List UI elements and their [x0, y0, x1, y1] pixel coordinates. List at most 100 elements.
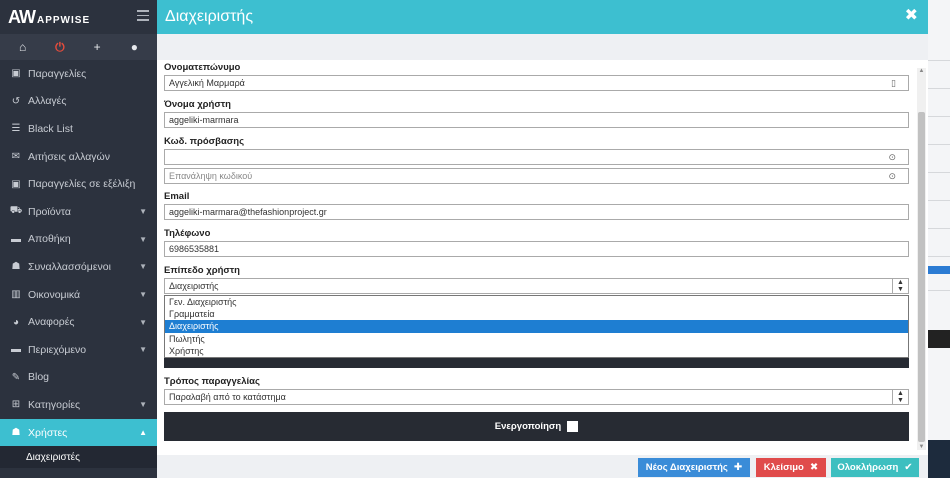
- dropdown-option[interactable]: Γεν. Διαχειριστής: [165, 296, 908, 308]
- bar-chart-icon: ▥: [11, 289, 21, 301]
- key-icon: ⊙: [888, 171, 896, 181]
- logo-text: APPWISE: [37, 14, 91, 26]
- user-icon[interactable]: ●: [124, 40, 144, 54]
- close-button[interactable]: Κλείσιμο ✖: [756, 458, 826, 477]
- dropdown-option[interactable]: Πωλητής: [165, 333, 908, 345]
- sidebar-item[interactable]: ⛟ Προϊόντα ▼: [0, 198, 157, 226]
- sidebar-item[interactable]: ▬ Αποθήκη ▼: [0, 226, 157, 254]
- home-icon[interactable]: ⌂: [13, 40, 33, 54]
- username-label: Όνομα χρήστη: [164, 99, 231, 110]
- add-user-icon[interactable]: +: [87, 40, 107, 54]
- scroll-thumb[interactable]: [918, 112, 925, 442]
- scroll-down-icon[interactable]: ▼: [918, 444, 925, 450]
- dropdown-option[interactable]: Διαχειριστής: [165, 320, 908, 333]
- power-icon[interactable]: ⏻: [50, 40, 70, 55]
- sidebar-item-label: Χρήστες: [28, 426, 68, 439]
- sidebar-item-label: Παραγγελίες σε εξέλιξη: [28, 178, 136, 191]
- folder-icon: ▬: [11, 233, 21, 245]
- fullname-value: Αγγελική Μαρμαρά: [169, 78, 245, 88]
- sidebar-nav: ▣ Παραγγελίες ↺ Αλλαγές ☰ Black List ✉ Αιτήσεις…: [0, 60, 157, 447]
- close-icon[interactable]: ✖: [905, 8, 918, 24]
- appwise-logo[interactable]: AW APPWISE: [8, 7, 90, 28]
- fullname-label: Ονοματεπώνυμο: [164, 62, 241, 73]
- sidebar-item[interactable]: ↺ Αλλαγές: [0, 88, 157, 116]
- sidebar-item[interactable]: ✉ Αιτήσεις αλλαγών: [0, 143, 157, 171]
- sidebar-item[interactable]: ▥ Οικονομικά ▼: [0, 281, 157, 309]
- password-label: Κωδ. πρόσβασης: [164, 136, 245, 147]
- sidebar-item[interactable]: ☗ Συναλλασσόμενοι ▼: [0, 253, 157, 281]
- sitemap-icon: ⊞: [11, 399, 21, 411]
- dropdown-option[interactable]: Χρήστης: [165, 345, 908, 357]
- logo-mark: AW: [8, 6, 36, 27]
- chevron-down-icon: ▼: [139, 317, 147, 327]
- pencil-icon: ✎: [11, 371, 21, 383]
- admin-modal: Διαχειριστής ✖ Ονοματεπώνυμο Αγγελική Μα…: [157, 0, 928, 478]
- order-method-label: Τρόπος παραγγελίας: [164, 376, 260, 387]
- modal-title: Διαχειριστής: [165, 8, 254, 25]
- order-method-select[interactable]: Παραλαβή από το κατάστημα ▲ ▼: [164, 389, 909, 405]
- key-icon: ⊙: [888, 152, 896, 162]
- modal-header: Διαχειριστής ✖: [157, 0, 928, 34]
- email-value: aggeliki-marmara@thefashionproject.gr: [169, 207, 327, 217]
- email-input[interactable]: aggeliki-marmara@thefashionproject.gr: [164, 204, 909, 220]
- chevron-down-icon: ▼: [139, 345, 147, 355]
- activation-checkbox[interactable]: [567, 421, 579, 432]
- close-label: Κλείσιμο: [763, 462, 804, 473]
- chevron-down-icon: ▼: [139, 400, 147, 410]
- chevron-down-icon: ▼: [139, 207, 147, 217]
- new-admin-button[interactable]: Νέος Διαχειριστής ✚: [638, 458, 750, 477]
- sidebar-item-label: Black List: [28, 122, 73, 135]
- scroll-up-icon[interactable]: ▲: [918, 68, 925, 74]
- phone-input[interactable]: 6986535881: [164, 241, 909, 257]
- fullname-input[interactable]: Αγγελική Μαρμαρά ▯: [164, 75, 909, 91]
- undo-icon: ↺: [11, 95, 21, 107]
- sidebar-item[interactable]: ☰ Black List: [0, 115, 157, 143]
- modal-scrollbar[interactable]: ▲ ▼: [917, 68, 926, 450]
- sidebar-item[interactable]: ◕ Αναφορές ▼: [0, 308, 157, 336]
- phone-label: Τηλέφωνο: [164, 228, 211, 239]
- complete-button[interactable]: Ολοκλήρωση ✔: [831, 458, 919, 477]
- sidebar-item-label: Αναφορές: [28, 316, 75, 329]
- sidebar-item[interactable]: ▬ Περιεχόμενο ▼: [0, 336, 157, 364]
- sidebar-item-label: Αποθήκη: [28, 233, 71, 246]
- dropdown-option[interactable]: Γραμματεία: [165, 308, 908, 320]
- password-repeat-placeholder: Επανάληψη κωδικού: [169, 171, 253, 181]
- sidebar-item-label: Αιτήσεις αλλαγών: [28, 150, 110, 163]
- order-method-value: Παραλαβή από το κατάστημα: [169, 392, 286, 402]
- chevron-up-icon: ▲: [139, 428, 147, 438]
- folder-icon: ▬: [11, 344, 21, 356]
- sidebar-item-label: Κατηγορίες: [28, 398, 81, 411]
- os-taskbar: [928, 440, 950, 478]
- background-page: [928, 0, 950, 478]
- phone-value: 6986535881: [169, 244, 220, 254]
- sidebar-item[interactable]: ▣ Παραγγελίες: [0, 60, 157, 88]
- times-icon: ✖: [809, 462, 819, 473]
- user-level-label: Επίπεδο χρήστη: [164, 265, 240, 276]
- password-input[interactable]: ⊙: [164, 149, 909, 165]
- sidebar-item[interactable]: ✎ Blog: [0, 364, 157, 392]
- sidebar-item-label: Οικονομικά: [28, 288, 81, 301]
- user-level-select[interactable]: Διαχειριστής ▲ ▼: [164, 278, 909, 294]
- username-value: aggeliki-marmara: [169, 115, 239, 125]
- logo-bar: AW APPWISE: [0, 0, 157, 34]
- sidebar-subitem-admins[interactable]: Διαχειριστές: [0, 446, 157, 469]
- sidebar-item[interactable]: ▣ Παραγγελίες σε εξέλιξη: [0, 170, 157, 198]
- chevron-down-icon: ▼: [139, 290, 147, 300]
- activation-bar: Ενεργοποίηση: [164, 412, 909, 441]
- sidebar-item[interactable]: ☗ Χρήστες ▲: [0, 418, 157, 447]
- email-label: Email: [164, 191, 190, 202]
- contact-card-icon: ▯: [891, 78, 896, 88]
- new-admin-label: Νέος Διαχειριστής: [645, 462, 728, 473]
- modal-body: Ονοματεπώνυμο Αγγελική Μαρμαρά ▯ Όνομα χ…: [157, 60, 928, 455]
- sidebar-quick-actions: ⌂ ⏻ + ●: [0, 34, 157, 60]
- chevron-down-icon: ▼: [139, 234, 147, 244]
- sidebar-item-label: Προϊόντα: [28, 205, 71, 218]
- password-repeat-input[interactable]: Επανάληψη κωδικού ⊙: [164, 168, 909, 184]
- box-icon: ▣: [11, 68, 21, 80]
- cart-icon: ⛟: [9, 205, 23, 217]
- sidebar-item-label: Παραγγελίες: [28, 67, 87, 80]
- hamburger-menu-icon[interactable]: [137, 10, 149, 21]
- sidebar-item[interactable]: ⊞ Κατηγορίες ▼: [0, 391, 157, 419]
- username-input[interactable]: aggeliki-marmara: [164, 112, 909, 128]
- sidebar: AW APPWISE ⌂ ⏻ + ● ▣ Παραγγελίες ↺ Αλλαγές ☰…: [0, 0, 157, 478]
